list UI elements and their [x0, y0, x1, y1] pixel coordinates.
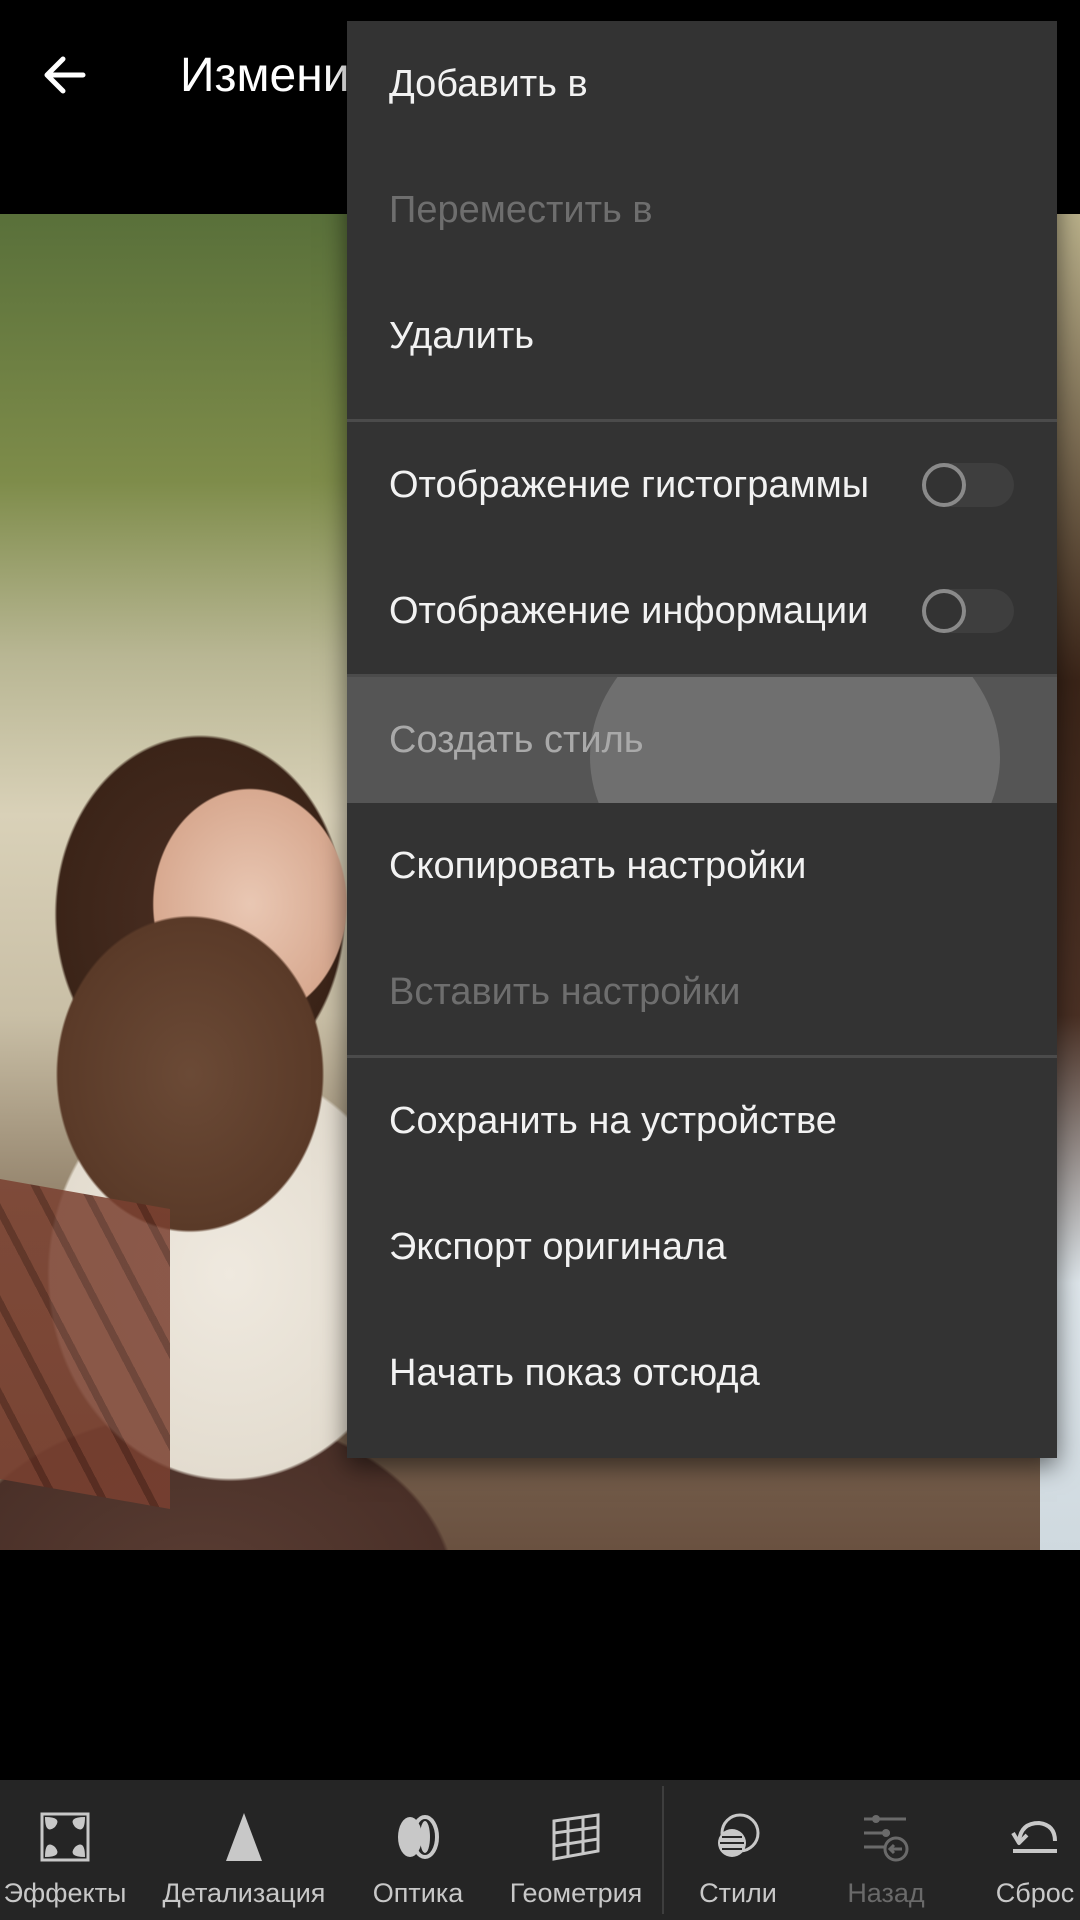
menu-item-label: Создать стиль — [389, 718, 644, 761]
menu-item-copy-settings[interactable]: Скопировать настройки — [347, 803, 1057, 929]
toggle-thumb — [922, 463, 966, 507]
tool-label: Стили — [699, 1878, 777, 1908]
vignette-icon — [34, 1806, 96, 1868]
tool-geometry[interactable]: Геометрия — [502, 1780, 650, 1920]
presets-icon — [707, 1806, 769, 1868]
menu-item-delete[interactable]: Удалить — [347, 273, 1057, 399]
tool-label: Сброс — [995, 1878, 1075, 1908]
menu-item-label: Отображение информации — [389, 589, 869, 632]
menu-item-save-to-device[interactable]: Сохранить на устройстве — [347, 1058, 1057, 1184]
menu-item-export-original[interactable]: Экспорт оригинала — [347, 1184, 1057, 1310]
tool-reset[interactable]: Сброс — [990, 1780, 1080, 1920]
tool-label: Оптика — [372, 1878, 464, 1908]
lightroom-edit-screen: Изменить Добавить в Переместить в Удалит… — [0, 0, 1080, 1920]
histogram-toggle[interactable] — [922, 463, 1014, 507]
tool-label: Назад — [847, 1878, 925, 1908]
tool-label: Детализация — [162, 1878, 326, 1908]
menu-item-label: Удалить — [389, 314, 535, 357]
tool-undo: Назад — [826, 1780, 946, 1920]
menu-item-label: Экспорт оригинала — [389, 1225, 727, 1268]
grid-perspective-icon — [545, 1806, 607, 1868]
tool-optics[interactable]: Оптика — [358, 1780, 478, 1920]
menu-item-paste-settings: Вставить настройки — [347, 929, 1057, 1055]
menu-item-label: Добавить в — [389, 62, 588, 105]
toggle-thumb — [922, 589, 966, 633]
tool-detail[interactable]: Детализация — [150, 1780, 338, 1920]
menu-item-label: Переместить в — [389, 188, 653, 231]
photo-bench-detail — [0, 1179, 170, 1509]
menu-item-label: Вставить настройки — [389, 970, 741, 1013]
tool-presets[interactable]: Стили — [680, 1780, 796, 1920]
menu-item-add-to[interactable]: Добавить в — [347, 21, 1057, 147]
info-toggle[interactable] — [922, 589, 1014, 633]
tool-effects[interactable]: Эффекты — [0, 1780, 130, 1920]
menu-item-start-slideshow[interactable]: Начать показ отсюда — [347, 1310, 1057, 1436]
triangle-detail-icon — [213, 1806, 275, 1868]
menu-item-create-preset[interactable]: Создать стиль — [347, 677, 1057, 803]
menu-item-move-to: Переместить в — [347, 147, 1057, 273]
menu-item-label: Отображение гистограммы — [389, 463, 870, 506]
menu-item-label: Сохранить на устройстве — [389, 1099, 837, 1142]
lens-icon — [387, 1806, 449, 1868]
edit-toolbar: Эффекты Детализация Оптика Геометрия Сти… — [0, 1780, 1080, 1920]
overflow-menu: Добавить в Переместить в Удалить Отображ… — [347, 21, 1057, 1458]
menu-item-show-histogram[interactable]: Отображение гистограммы — [347, 422, 1057, 548]
tool-label: Эффекты — [3, 1878, 127, 1908]
menu-item-label: Скопировать настройки — [389, 844, 807, 887]
menu-item-show-info[interactable]: Отображение информации — [347, 548, 1057, 674]
undo-sliders-icon — [855, 1806, 917, 1868]
touch-ripple — [590, 677, 1000, 803]
tool-label: Геометрия — [509, 1878, 643, 1908]
toolbar-divider — [662, 1786, 664, 1914]
reset-icon — [1004, 1806, 1066, 1868]
back-arrow-icon[interactable] — [30, 40, 100, 110]
menu-item-label: Начать показ отсюда — [389, 1351, 760, 1394]
